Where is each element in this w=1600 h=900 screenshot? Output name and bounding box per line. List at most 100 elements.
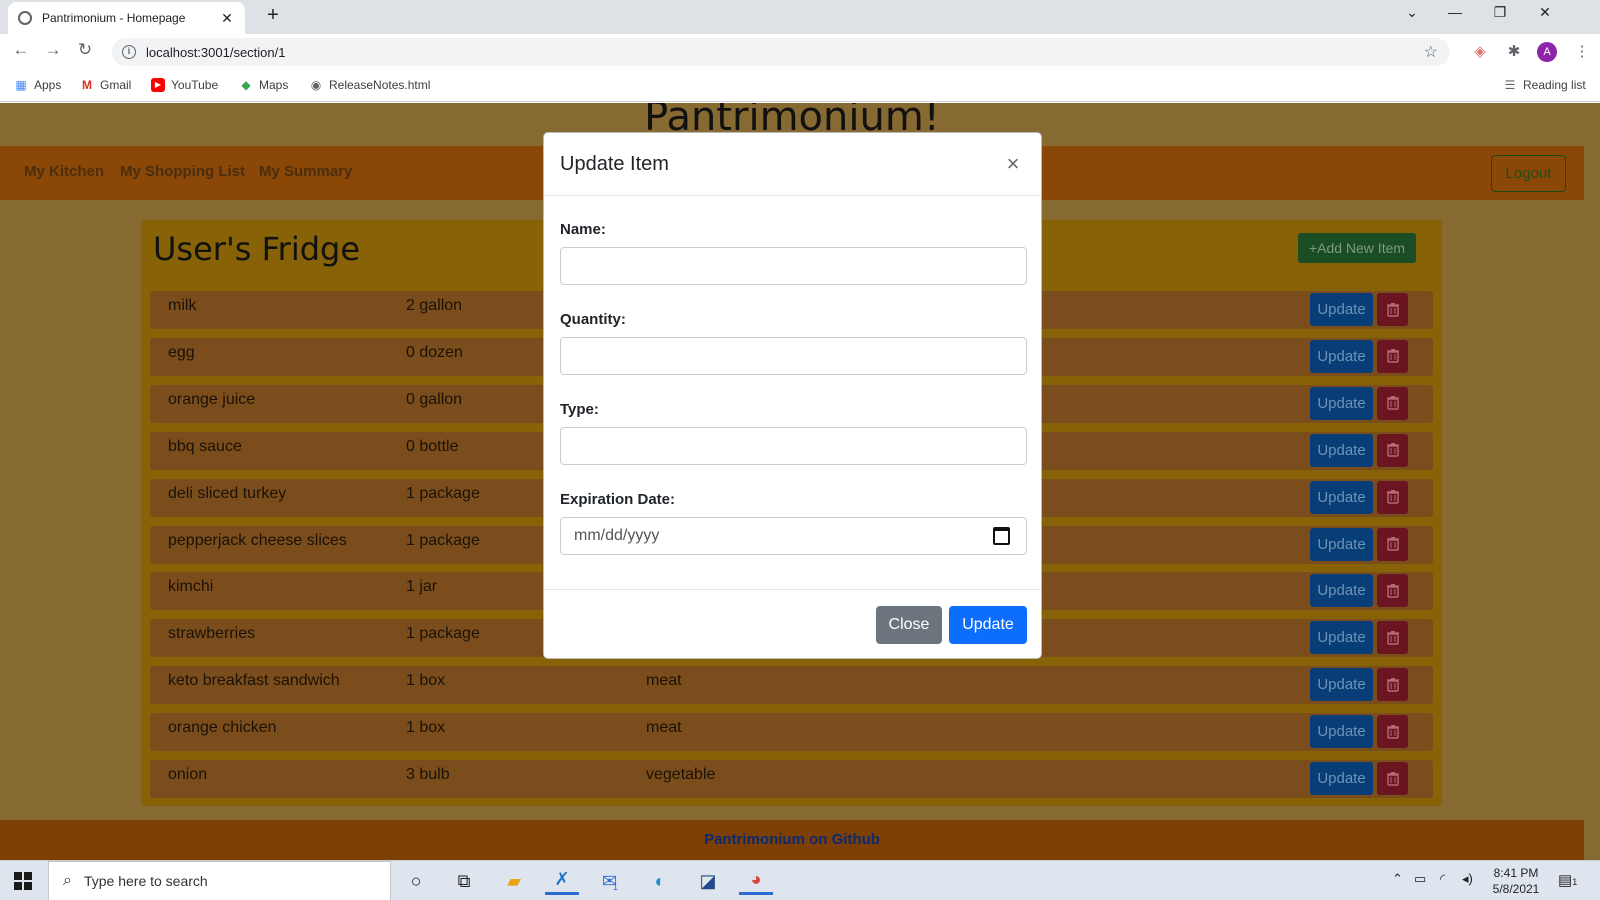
row-delete-button[interactable]	[1377, 715, 1408, 749]
globe-icon	[18, 11, 32, 25]
extension-icon[interactable]: ◈	[1469, 42, 1491, 60]
row-delete-button[interactable]	[1377, 621, 1408, 655]
tray-chevron-icon[interactable]: ⌃	[1392, 871, 1403, 887]
reading-list[interactable]: ☰ Reading list	[1503, 78, 1586, 92]
address-bar[interactable]: i localhost:3001/section/1 ☆	[112, 38, 1450, 66]
chrome-icon[interactable]: ◕	[739, 867, 773, 895]
calendar-icon[interactable]	[993, 527, 1010, 545]
item-quantity: 1 box	[406, 672, 446, 690]
row-delete-button[interactable]	[1377, 293, 1408, 326]
row-update-button[interactable]: Update	[1310, 386, 1373, 420]
nav-my-shopping-list[interactable]: My Shopping List	[120, 163, 245, 180]
close-button[interactable]: Close	[876, 606, 942, 644]
taskbar-search[interactable]: ⌕ Type here to search	[48, 861, 391, 900]
github-link[interactable]: Pantrimonium on Github	[704, 831, 880, 848]
window-close-icon[interactable]: ✕	[1530, 4, 1560, 21]
windows-start-icon[interactable]	[14, 872, 32, 890]
item-type: meat	[646, 719, 682, 737]
system-clock[interactable]: 8:41 PM 5/8/2021	[1486, 865, 1546, 897]
bookmark-gmail[interactable]: M Gmail	[80, 78, 131, 92]
item-quantity: 1 package	[406, 625, 480, 643]
modal-title: Update Item	[560, 153, 669, 175]
trash-icon	[1386, 302, 1399, 317]
expiration-date-placeholder: mm/dd/yyyy	[574, 527, 660, 544]
row-update-button[interactable]: Update	[1310, 621, 1373, 655]
footer: Pantrimonium on Github	[0, 820, 1584, 860]
apps-grid-icon: ▦	[15, 78, 27, 92]
row-delete-button[interactable]	[1377, 480, 1408, 514]
trash-icon	[1386, 537, 1399, 551]
forward-icon[interactable]: →	[41, 40, 65, 60]
reload-icon[interactable]: ↻	[73, 40, 97, 60]
file-explorer-icon[interactable]: ▰	[497, 867, 531, 895]
row-delete-button[interactable]	[1377, 574, 1408, 608]
browser-tab[interactable]: Pantrimonium - Homepage ✕	[8, 2, 245, 34]
trash-icon	[1386, 490, 1399, 504]
bookmark-apps[interactable]: ▦ Apps	[14, 78, 61, 92]
row-delete-button[interactable]	[1377, 668, 1408, 702]
tab-search-icon[interactable]: ⌄	[1397, 4, 1427, 21]
edge-icon[interactable]: ◐	[643, 867, 677, 895]
row-delete-button[interactable]	[1377, 527, 1408, 561]
cortana-icon[interactable]: ○	[399, 867, 433, 895]
minimize-icon[interactable]: —	[1440, 4, 1470, 20]
name-input[interactable]	[560, 247, 1027, 285]
fridge-title: User's Fridge	[153, 230, 361, 268]
trash-icon	[1386, 677, 1399, 692]
tab-close-icon[interactable]: ✕	[219, 10, 235, 27]
maps-icon: ◆	[241, 78, 251, 92]
new-tab-button[interactable]: +	[260, 4, 286, 27]
row-delete-button[interactable]	[1377, 339, 1408, 373]
wifi-icon[interactable]: ◜	[1440, 871, 1445, 887]
volume-icon[interactable]: ◂)	[1462, 871, 1473, 887]
nav-my-summary[interactable]: My Summary	[259, 163, 352, 180]
item-name: kimchi	[168, 578, 214, 596]
bookmark-label: Apps	[34, 78, 62, 92]
bookmark-youtube[interactable]: ▶ YouTube	[151, 78, 218, 92]
row-update-button[interactable]: Update	[1310, 480, 1373, 514]
ssms-icon[interactable]: ◪	[691, 867, 725, 895]
row-update-button[interactable]: Update	[1310, 715, 1373, 749]
row-update-button[interactable]: Update	[1310, 433, 1373, 467]
extensions-puzzle-icon[interactable]: ✱	[1503, 42, 1525, 60]
task-view-icon[interactable]: ⧉	[447, 867, 481, 895]
url-text[interactable]: localhost:3001/section/1	[146, 45, 285, 60]
restore-icon[interactable]: ❐	[1485, 4, 1515, 21]
back-icon[interactable]: ←	[9, 40, 33, 60]
trash-icon	[1386, 771, 1399, 786]
row-update-button[interactable]: Update	[1310, 293, 1373, 326]
update-submit-button[interactable]: Update	[949, 606, 1027, 644]
row-delete-button[interactable]	[1377, 433, 1408, 467]
quantity-input[interactable]	[560, 337, 1027, 375]
nav-my-kitchen[interactable]: My Kitchen	[24, 163, 104, 180]
row-update-button[interactable]: Update	[1310, 574, 1373, 608]
row-delete-button[interactable]	[1377, 762, 1408, 795]
expiration-date-input[interactable]: mm/dd/yyyy	[560, 517, 1027, 555]
expiration-date-label: Expiration Date:	[560, 491, 676, 508]
row-delete-button[interactable]	[1377, 386, 1408, 420]
row-update-button[interactable]: Update	[1310, 339, 1373, 373]
battery-icon[interactable]: ▭	[1414, 871, 1426, 887]
bookmark-label: ReleaseNotes.html	[329, 78, 431, 92]
bookmark-releasenotes[interactable]: ◉ ReleaseNotes.html	[309, 78, 431, 92]
item-quantity: 1 box	[406, 719, 446, 737]
search-icon: ⌕	[63, 872, 72, 889]
add-new-item-button[interactable]: +Add New Item	[1298, 233, 1416, 263]
bookmark-maps[interactable]: ◆ Maps	[239, 78, 288, 92]
bookmark-star-icon[interactable]: ☆	[1424, 42, 1438, 62]
browser-menu-icon[interactable]: ⋮	[1571, 42, 1593, 60]
row-update-button[interactable]: Update	[1310, 668, 1373, 702]
notification-icon[interactable]: ▤1	[1558, 871, 1577, 889]
modal-close-icon[interactable]: ×	[1003, 151, 1023, 177]
reading-list-label: Reading list	[1523, 78, 1586, 92]
type-input[interactable]	[560, 427, 1027, 465]
site-info-icon[interactable]: i	[122, 45, 136, 59]
logout-button[interactable]: Logout	[1491, 155, 1566, 192]
vscode-icon[interactable]: ✗	[545, 867, 579, 895]
trash-icon	[1386, 583, 1399, 598]
profile-avatar[interactable]: A	[1537, 42, 1557, 62]
trash-icon	[1386, 443, 1399, 457]
row-update-button[interactable]: Update	[1310, 527, 1373, 561]
row-update-button[interactable]: Update	[1310, 762, 1373, 795]
mail-icon[interactable]: ✉ 1	[593, 867, 627, 895]
